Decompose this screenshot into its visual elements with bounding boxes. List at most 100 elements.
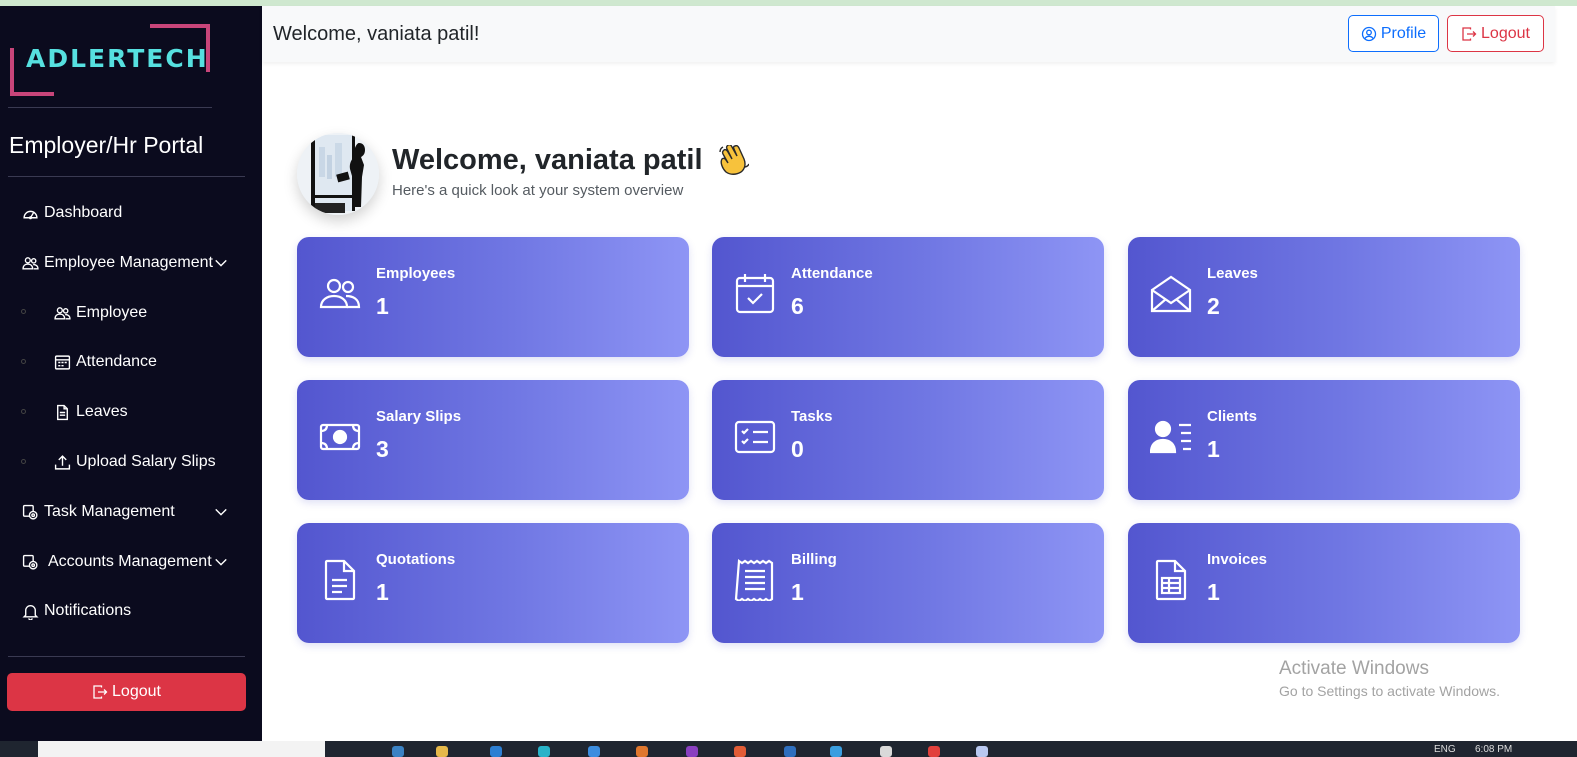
sidebar-item-upload-salary-slips[interactable]: Upload Salary Slips [54,449,216,475]
sidebar-item-notifications[interactable]: Notifications [22,598,131,624]
stat-card-salary-slips[interactable]: Salary Slips 3 [297,380,689,500]
activate-windows-subtitle: Go to Settings to activate Windows. [1279,683,1500,699]
adlertech-logo[interactable]: ADLERTECH [10,24,210,96]
taskbar-app-icon[interactable] [538,746,550,757]
card-label: Clients [1207,408,1258,425]
people-icon [54,306,71,320]
taskbar-clock[interactable]: 6:08 PM [1475,744,1512,755]
taskbar-app-icon[interactable] [686,746,698,757]
taskbar-app-icon[interactable] [490,746,502,757]
card-label: Salary Slips [376,408,462,425]
card-value: 1 [376,293,389,319]
taskbar-app-icon[interactable] [436,746,448,757]
stat-card-invoices[interactable]: Invoices 1 [1128,523,1520,643]
card-label: Tasks [791,408,833,425]
sidebar-item-label: Dashboard [44,204,123,221]
taskbar-app-icon[interactable] [636,746,648,757]
card-value: 6 [791,293,804,319]
chevron-down-icon[interactable] [214,505,228,519]
stat-card-tasks[interactable]: Tasks 0 [712,380,1104,500]
sidebar-logout-button[interactable]: Logout [7,673,246,711]
card-label: Attendance [791,265,873,282]
cash-icon [319,423,361,451]
sidebar-item-label: Attendance [76,353,157,370]
sidebar-item-dashboard[interactable]: Dashboard [22,200,122,226]
sidebar-item-employee-management[interactable]: Employee Management [22,250,232,276]
card-label: Billing [791,551,837,568]
card-value: 2 [1207,293,1220,319]
file-icon [57,404,68,420]
person-circle-icon [1361,26,1376,41]
header-welcome-text: Welcome, vaniata patil! [273,23,480,45]
stat-card-leaves[interactable]: Leaves 2 [1128,237,1520,357]
logo-text: ADLERTECH [26,44,209,73]
profile-button[interactable]: Profile [1348,15,1439,52]
people-icon [319,278,361,309]
card-label: Invoices [1207,551,1268,568]
taskbar-language[interactable]: ENG [1434,744,1456,755]
accounts-icon [22,554,38,570]
taskbar-app-icon[interactable] [880,746,892,757]
stat-card-quotations[interactable]: Quotations 1 [297,523,689,643]
receipt-icon [734,559,774,601]
taskbar-app-icon[interactable] [588,746,600,757]
upload-icon [54,454,71,470]
divider [8,107,212,108]
taskbar-app-icon[interactable] [734,746,746,757]
stat-card-attendance[interactable]: Attendance 6 [712,237,1104,357]
taskbar-app-icon[interactable] [392,746,404,757]
chevron-down-icon[interactable] [214,256,228,270]
avatar[interactable] [297,133,379,215]
header-logout-button[interactable]: Logout [1447,15,1544,52]
calendar-icon [54,354,71,370]
sub-item-bullet [21,309,26,314]
sub-item-bullet [21,409,26,414]
profile-label: Profile [1380,24,1427,42]
sidebar-item-employee[interactable]: Employee [54,300,147,326]
card-checklist-icon [734,420,776,454]
sidebar-item-task-management[interactable]: Task Management [22,499,232,525]
sidebar-item-label: Task Management [44,503,175,520]
user-photo [297,133,379,215]
file-text-icon [324,559,356,601]
speedometer-icon [23,210,38,219]
stat-card-employees[interactable]: Employees 1 [297,237,689,357]
sidebar-item-label: Notifications [44,602,132,619]
bell-icon [22,604,39,620]
task-icon [22,504,38,520]
sidebar-item-label: Employee Management [44,254,213,271]
card-value: 1 [376,579,389,605]
card-label: Employees [376,265,456,282]
sidebar: ADLERTECH Employer/Hr Portal Dashboard E… [0,6,262,741]
chevron-down-icon[interactable] [214,555,228,569]
taskbar-app-icon[interactable] [784,746,796,757]
sidebar-item-label: Upload Salary Slips [76,453,216,470]
logout-label: Logout [1481,24,1530,42]
stat-card-billing[interactable]: Billing 1 [712,523,1104,643]
taskbar-app-icon[interactable] [830,746,842,757]
activate-windows-title: Activate Windows [1279,658,1429,679]
people-icon [22,256,39,270]
taskbar-app-icon[interactable] [976,746,988,757]
taskbar-search-box[interactable] [38,741,325,757]
card-label: Quotations [376,551,456,568]
sidebar-item-label: Accounts Management [48,553,212,570]
logout-icon [93,685,108,699]
logout-icon [1462,26,1477,41]
card-value: 1 [1207,579,1220,605]
sidebar-item-leaves[interactable]: Leaves [54,399,128,425]
card-label: Leaves [1207,265,1258,282]
invoice-icon [1155,559,1187,601]
sidebar-item-label: Employee [76,304,148,321]
greeting-text: Welcome, vaniata patil [392,144,703,176]
stat-card-clients[interactable]: Clients 1 [1128,380,1520,500]
page-title: Welcome, vaniata patil [392,144,749,177]
card-value: 3 [376,436,389,462]
sub-item-bullet [21,459,26,464]
taskbar-app-icon[interactable] [928,746,940,757]
sidebar-item-attendance[interactable]: Attendance [54,349,157,375]
envelope-open-icon [1150,275,1192,313]
card-value: 1 [1207,436,1220,462]
sidebar-item-accounts-management[interactable]: Accounts Management [22,549,232,575]
calendar-check-icon [735,274,775,314]
